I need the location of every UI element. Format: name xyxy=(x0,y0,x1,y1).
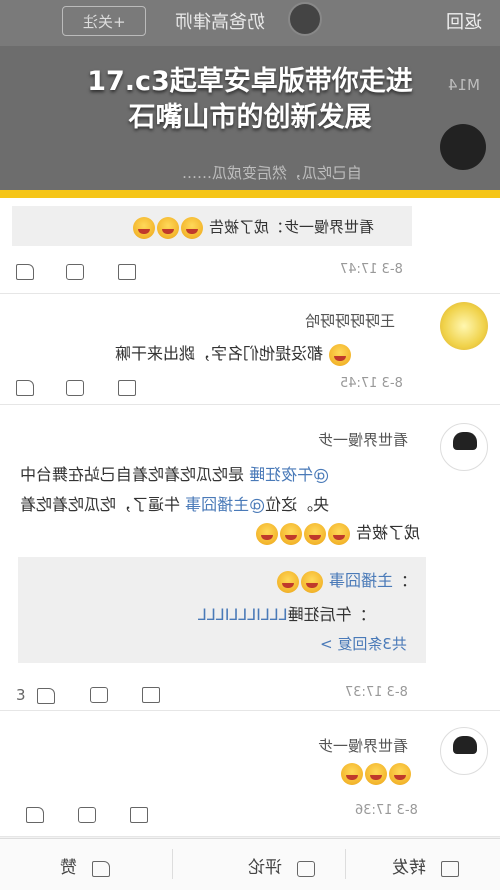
laugh-emoji xyxy=(133,216,155,239)
share-icon xyxy=(441,860,460,877)
laugh-emoji xyxy=(157,216,179,239)
back-button[interactable]: 返回 xyxy=(446,8,482,34)
accent-bar xyxy=(0,190,500,198)
commenter-name[interactable]: 看世界慢一步 xyxy=(318,429,408,450)
comment-line: @午夜狂睡 是吃瓜吃着吃着自己站在舞台中 xyxy=(20,465,330,484)
reply-line: ：午后狂睡LLLILLLILLL xyxy=(198,605,368,624)
like-icon[interactable] xyxy=(36,687,55,704)
laugh-emoji xyxy=(277,570,299,593)
faded-post-text: 自己吃瓜，然后变成瓜…… xyxy=(182,164,363,182)
more-replies-link[interactable]: 共3条回复 > xyxy=(320,633,407,654)
share-icon[interactable] xyxy=(142,687,160,703)
avatar[interactable] xyxy=(440,302,488,350)
laugh-emoji xyxy=(341,763,363,785)
mention-link[interactable]: @主播囧事 xyxy=(185,495,265,514)
reply-author[interactable]: 主播囧事 xyxy=(329,571,393,590)
follow-label: +关注 xyxy=(82,13,126,31)
laugh-emoji xyxy=(328,522,350,545)
mention-link[interactable]: @ xyxy=(313,465,329,484)
like-button[interactable]: 赞 xyxy=(60,853,111,878)
commenter-name[interactable]: 看世界慢一步 xyxy=(318,735,408,756)
like-control[interactable]: 3 xyxy=(16,685,55,704)
comment-time: 8-3 17:45 xyxy=(340,376,403,391)
like-icon[interactable] xyxy=(16,380,34,396)
like-icon[interactable] xyxy=(26,807,44,823)
share-button[interactable]: 转发 xyxy=(392,853,460,878)
comment-card: 看世界慢一步 @午夜狂睡 是吃瓜吃着吃着自己站在舞台中 央。这位@主播囧事 牛逼… xyxy=(0,405,500,711)
comment-time: 8-3 17:36 xyxy=(355,803,418,818)
share-icon[interactable] xyxy=(130,807,148,823)
laugh-emoji xyxy=(181,216,203,239)
comment-icon xyxy=(297,860,316,877)
laugh-emoji xyxy=(329,343,352,366)
header-banner: +关注 奶爸高律师 返回 M14 自己吃瓜，然后变成瓜…… 17.c3起草安卓版… xyxy=(0,0,500,190)
comment-text: 都没提他们名字，跳出来干嘛 xyxy=(115,340,352,366)
divider xyxy=(345,849,346,879)
banner-title: 17.c3起草安卓版带你走进 石嘴山市的创新发展 xyxy=(0,64,500,136)
quoted-reply[interactable]: 看世界慢一步：成了被告 xyxy=(12,206,412,246)
author-name[interactable]: 奶爸高律师 xyxy=(175,8,265,34)
avatar[interactable] xyxy=(440,727,488,775)
comment-time: 8-3 17:47 xyxy=(340,262,403,277)
laugh-emoji xyxy=(389,763,411,785)
avatar[interactable] xyxy=(440,423,488,471)
like-count: 3 xyxy=(16,686,26,704)
comment-line: 成了被告 xyxy=(255,519,420,545)
share-icon[interactable] xyxy=(118,380,136,396)
banner-line2: 石嘴山市的创新发展 xyxy=(128,102,372,133)
laugh-emoji xyxy=(301,570,323,593)
share-icon[interactable] xyxy=(118,264,136,280)
comment-button[interactable]: 评论 xyxy=(248,853,316,878)
bottom-action-bar: 赞 评论 转发 xyxy=(0,838,500,890)
commenter-name[interactable]: 王呀呀呀呀哈 xyxy=(305,310,395,331)
like-icon xyxy=(92,860,111,877)
emoji-row xyxy=(340,763,412,785)
comment-card: 王呀呀呀呀哈 都没提他们名字，跳出来干嘛 8-3 17:45 xyxy=(0,294,500,405)
comment-icon[interactable] xyxy=(66,380,84,396)
divider xyxy=(172,849,173,879)
comment-card: 看世界慢一步 8-3 17:36 xyxy=(0,711,500,837)
laugh-emoji xyxy=(304,522,326,545)
banner-line1: 17.c3起草安卓版带你走进 xyxy=(87,66,413,97)
comment-line: 央。这位@主播囧事 牛逼了，吃瓜吃着吃着 xyxy=(20,495,330,514)
like-label: 赞 xyxy=(60,858,77,878)
share-label: 转发 xyxy=(392,858,426,878)
comment-icon[interactable] xyxy=(66,264,84,280)
reply-author[interactable]: LLLILLLILLL xyxy=(198,605,288,624)
reply-box[interactable]: ：主播囧事 ：午后狂睡LLLILLLILLL 共3条回复 > xyxy=(18,557,426,663)
comment-time: 8-3 17:37 xyxy=(345,685,408,700)
comment-card: 看世界慢一步：成了被告 8-3 17:47 xyxy=(0,198,500,294)
comment-label: 评论 xyxy=(248,858,282,878)
like-icon[interactable] xyxy=(16,264,34,280)
laugh-emoji xyxy=(280,522,302,545)
author-avatar[interactable] xyxy=(288,2,322,36)
reply-line: ：主播囧事 xyxy=(276,567,409,593)
laugh-emoji xyxy=(365,763,387,785)
quote-text: 看世界慢一步：成了被告 xyxy=(132,216,374,239)
mention-link[interactable]: 午夜狂睡 xyxy=(249,465,313,484)
follow-button[interactable]: +关注 xyxy=(62,6,146,36)
comment-icon[interactable] xyxy=(90,687,108,703)
comment-icon[interactable] xyxy=(78,807,96,823)
laugh-emoji xyxy=(256,522,278,545)
